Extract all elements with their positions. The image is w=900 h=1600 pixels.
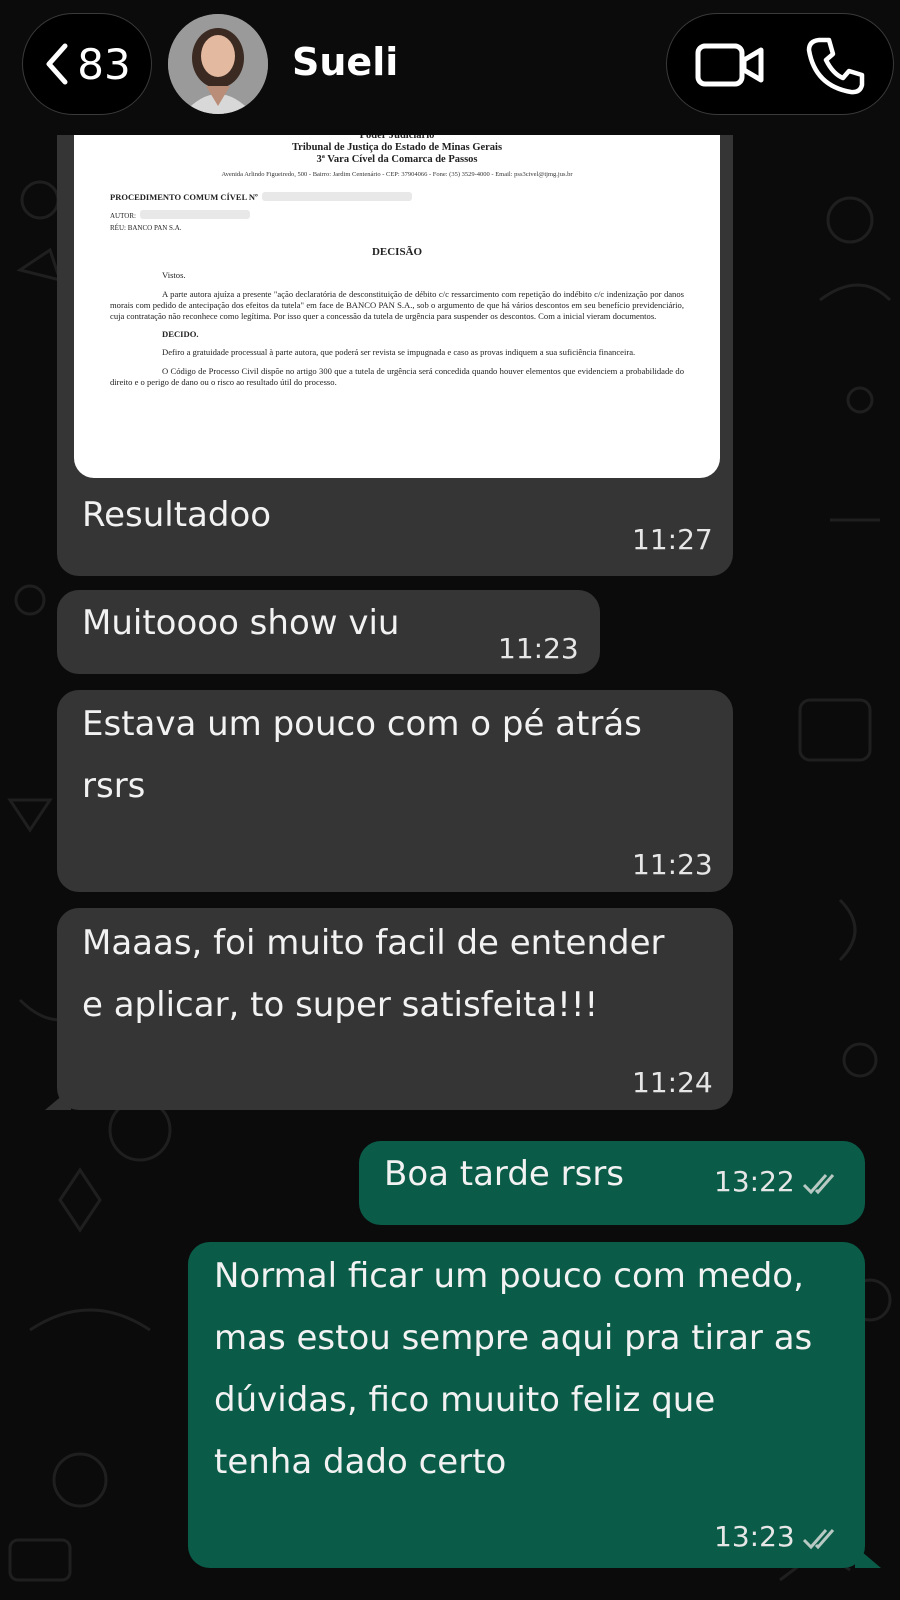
outgoing-message[interactable]: Normal ficar um pouco com medo, mas esto… — [188, 1242, 865, 1568]
read-double-check-icon — [802, 1174, 835, 1195]
call-actions — [666, 13, 894, 115]
incoming-message[interactable]: Muitoooo show viu 11:23 — [57, 590, 600, 674]
incoming-message[interactable]: Maaas, foi muito facil de entender e apl… — [57, 908, 733, 1110]
document-preview[interactable]: Poder Judiciário Tribunal de Justiça do … — [74, 130, 720, 478]
chevron-left-icon — [46, 43, 68, 85]
message-time: 11:23 — [632, 848, 713, 881]
doc-address: Avenida Arlindo Figueiredo, 500 - Bairro… — [221, 171, 573, 178]
incoming-message[interactable]: Estava um pouco com o pé atrás rsrs 11:2… — [57, 690, 733, 892]
message-text: Normal ficar um pouco com medo, mas esto… — [214, 1256, 813, 1482]
unread-count: 83 — [77, 39, 131, 89]
doc-procedure: PROCEDIMENTO COMUM CÍVEL Nº — [110, 192, 258, 202]
video-call-icon[interactable] — [695, 38, 765, 92]
doc-paragraph-3: O Código de Processo Civil dispõe no art… — [110, 366, 684, 387]
read-double-check-icon — [802, 1529, 835, 1550]
message-text: Maaas, foi muito facil de entender e apl… — [82, 923, 665, 1025]
doc-vistos: Vistos. — [162, 270, 186, 280]
doc-decido: DECIDO. — [162, 329, 199, 339]
redacted-block — [261, 191, 412, 201]
doc-line-2: Tribunal de Justiça do Estado de Minas G… — [291, 142, 503, 153]
contact-avatar[interactable] — [168, 14, 268, 114]
back-button[interactable]: 83 — [22, 13, 152, 115]
avatar-image — [168, 14, 268, 114]
doc-paragraph-1: A parte autora ajuíza a presente "ação d… — [110, 289, 684, 321]
chat-header: 83 Sueli — [0, 0, 900, 135]
message-text: Boa tarde rsrs — [384, 1154, 625, 1194]
message-text: Muitoooo show viu — [82, 603, 400, 643]
message-text: Estava um pouco com o pé atrás rsrs — [82, 704, 642, 806]
document-message[interactable]: Poder Judiciário Tribunal de Justiça do … — [57, 120, 733, 576]
message-time: 13:23 — [714, 1520, 795, 1553]
doc-author: AUTOR: — [110, 212, 136, 220]
redacted-block — [139, 209, 250, 219]
contact-name[interactable]: Sueli — [292, 40, 398, 84]
doc-defendant: RÉU: BANCO PAN S.A. — [110, 224, 182, 232]
message-time: 11:24 — [632, 1066, 713, 1099]
message-time: 11:23 — [498, 632, 579, 665]
doc-paragraph-2: Defiro a gratuidade processual à parte a… — [162, 347, 636, 357]
outgoing-message[interactable]: Boa tarde rsrs 13:22 — [359, 1141, 865, 1225]
message-time: 13:22 — [714, 1165, 795, 1198]
phone-call-icon[interactable] — [805, 36, 865, 96]
message-time: 11:27 — [632, 523, 713, 556]
doc-title: DECISÃO — [371, 246, 423, 258]
message-text: Resultadoo — [82, 495, 272, 535]
doc-line-3: 3ª Vara Cível da Comarca de Passos — [316, 154, 478, 165]
